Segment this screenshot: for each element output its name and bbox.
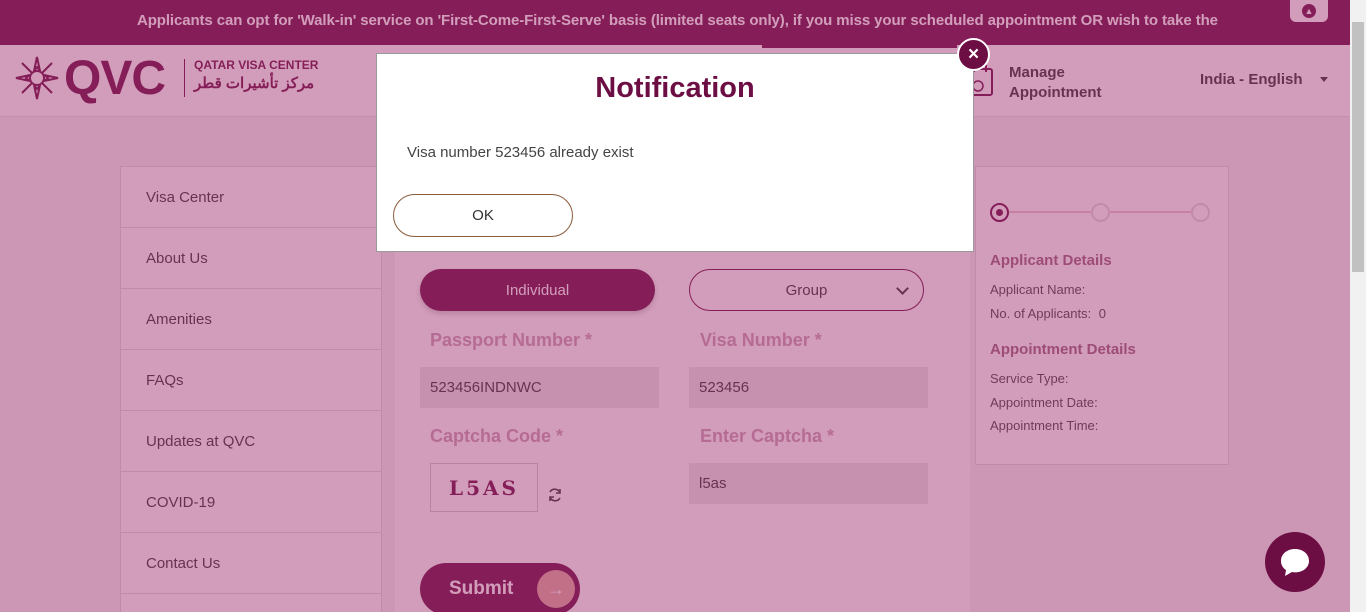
close-icon[interactable]: × — [957, 38, 990, 71]
ok-button[interactable]: OK — [393, 194, 573, 237]
chat-bubble-icon — [1281, 549, 1309, 576]
chat-button[interactable] — [1265, 532, 1325, 592]
dialog-title: Notification — [595, 72, 755, 104]
dialog-message: Visa number 523456 already exist — [407, 144, 634, 161]
page-scrollbar-thumb[interactable] — [1352, 22, 1364, 272]
notification-dialog: Notification Visa number 523456 already … — [376, 53, 974, 252]
